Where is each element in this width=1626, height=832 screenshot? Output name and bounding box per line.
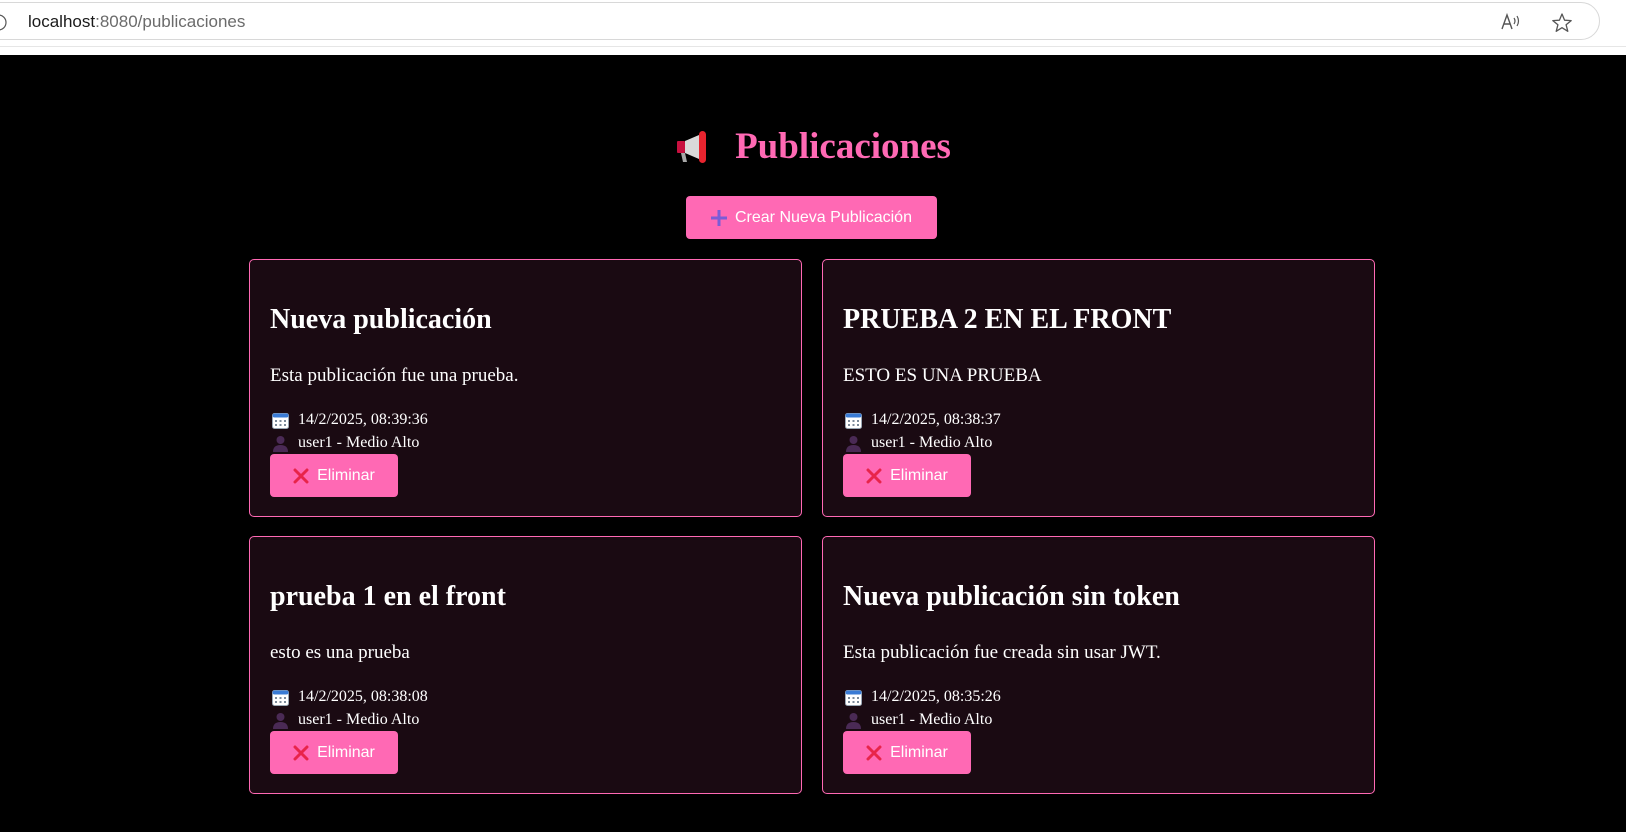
url-host: localhost: [28, 12, 96, 31]
url-path: :8080/publicaciones: [95, 12, 246, 31]
delete-post-label: Eliminar: [317, 466, 375, 484]
calendar-icon: [272, 689, 289, 706]
post-author: user1 - Medio Alto: [272, 711, 419, 729]
post-date-text: 14/2/2025, 08:35:26: [871, 688, 1001, 705]
plus-icon: [711, 209, 727, 226]
delete-post-button[interactable]: Eliminar: [270, 454, 398, 497]
favorite-star-icon[interactable]: [1551, 12, 1573, 34]
x-icon: [866, 745, 882, 760]
post-date-text: 14/2/2025, 08:39:36: [298, 411, 428, 428]
post-date: 14/2/2025, 08:39:36: [272, 411, 428, 429]
post-author-text: user1 - Medio Alto: [298, 434, 420, 451]
info-icon[interactable]: [0, 14, 7, 31]
delete-post-button[interactable]: Eliminar: [270, 731, 398, 774]
post-author-text: user1 - Medio Alto: [871, 711, 993, 728]
post-card: PRUEBA 2 EN EL FRONT ESTO ES UNA PRUEBA …: [822, 259, 1375, 517]
post-author: user1 - Medio Alto: [845, 434, 992, 452]
post-text: Esta publicación fue creada sin usar JWT…: [843, 642, 1161, 663]
post-date-text: 14/2/2025, 08:38:37: [871, 411, 1001, 428]
post-title: Nueva publicación: [270, 304, 492, 335]
post-title: PRUEBA 2 EN EL FRONT: [843, 304, 1172, 335]
post-card: prueba 1 en el front esto es una prueba …: [249, 536, 802, 794]
post-date-text: 14/2/2025, 08:38:08: [298, 688, 428, 705]
delete-post-label: Eliminar: [890, 743, 948, 761]
x-icon: [293, 468, 309, 483]
browser-toolbar: localhost:8080/publicaciones: [0, 0, 1626, 55]
post-card: Nueva publicación sin token Esta publica…: [822, 536, 1375, 794]
post-date: 14/2/2025, 08:38:08: [272, 688, 428, 706]
megaphone-icon: [677, 130, 707, 163]
calendar-icon: [272, 412, 289, 429]
post-text: ESTO ES UNA PRUEBA: [843, 365, 1042, 386]
toolbar-divider: [0, 46, 1626, 47]
page-title: Publicaciones: [735, 126, 951, 167]
x-icon: [293, 745, 309, 760]
address-bar[interactable]: localhost:8080/publicaciones: [0, 2, 1600, 40]
create-post-button[interactable]: Crear Nueva Publicación: [686, 196, 937, 239]
delete-post-button[interactable]: Eliminar: [843, 731, 971, 774]
post-date: 14/2/2025, 08:38:37: [845, 411, 1001, 429]
post-card: Nueva publicación Esta publicación fue u…: [249, 259, 802, 517]
post-author-text: user1 - Medio Alto: [298, 711, 420, 728]
post-author-text: user1 - Medio Alto: [871, 434, 993, 451]
read-aloud-icon[interactable]: [1500, 12, 1522, 32]
delete-post-button[interactable]: Eliminar: [843, 454, 971, 497]
calendar-icon: [845, 689, 862, 706]
create-post-label: Crear Nueva Publicación: [735, 208, 912, 226]
post-title: Nueva publicación sin token: [843, 581, 1180, 612]
post-title: prueba 1 en el front: [270, 581, 506, 612]
delete-post-label: Eliminar: [317, 743, 375, 761]
url-text[interactable]: localhost:8080/publicaciones: [28, 12, 245, 32]
user-icon: [846, 712, 861, 729]
post-author: user1 - Medio Alto: [272, 434, 419, 452]
user-icon: [846, 435, 861, 452]
delete-post-label: Eliminar: [890, 466, 948, 484]
page-content: Publicaciones Crear Nueva Publicación Nu…: [0, 55, 1626, 832]
post-text: Esta publicación fue una prueba.: [270, 365, 519, 386]
user-icon: [273, 435, 288, 452]
calendar-icon: [845, 412, 862, 429]
post-text: esto es una prueba: [270, 642, 410, 663]
post-author: user1 - Medio Alto: [845, 711, 992, 729]
post-date: 14/2/2025, 08:35:26: [845, 688, 1001, 706]
user-icon: [273, 712, 288, 729]
x-icon: [866, 468, 882, 483]
page-heading: Publicaciones: [0, 125, 1626, 168]
